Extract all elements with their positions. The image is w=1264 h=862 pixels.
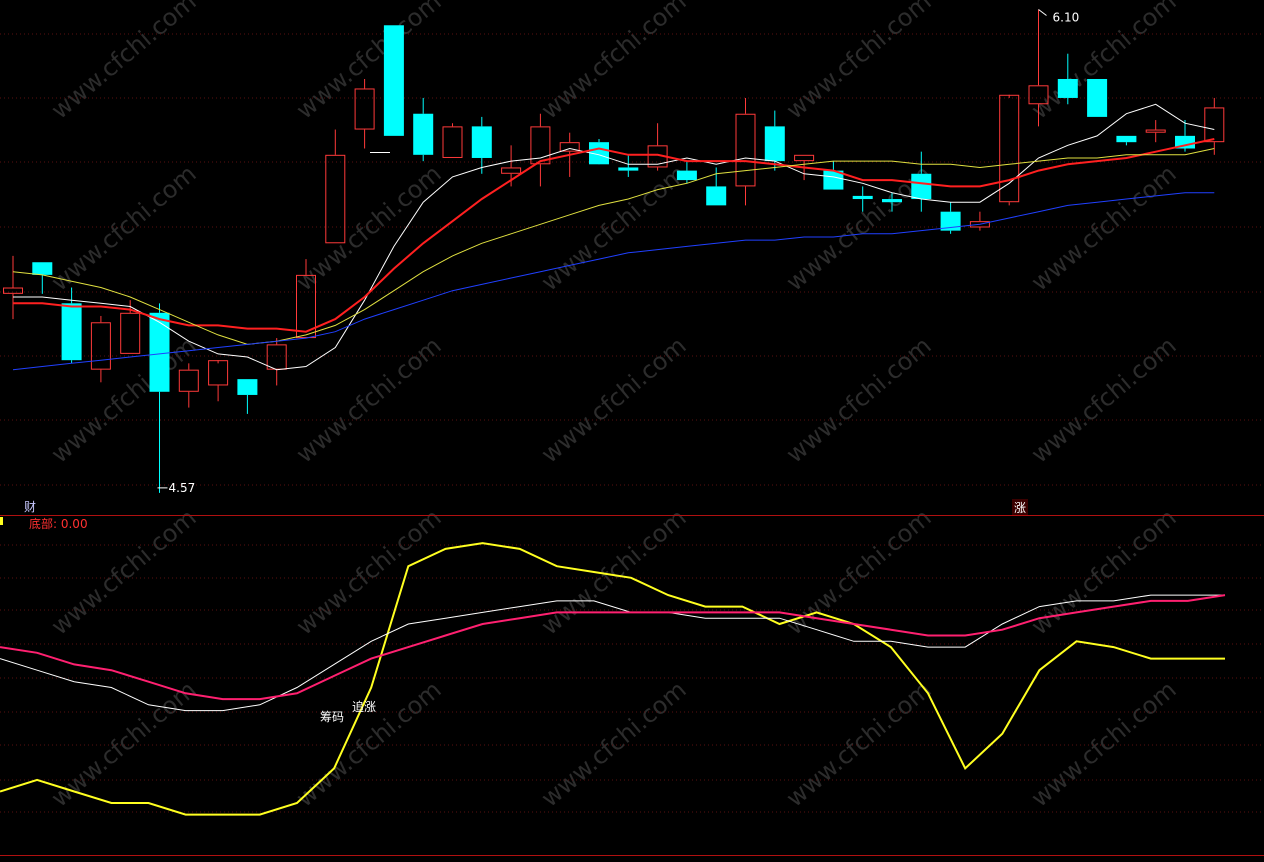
candle-body-up xyxy=(1204,107,1225,143)
candle-body-down xyxy=(413,113,434,155)
candle xyxy=(1087,78,1108,117)
candle-body-up xyxy=(208,360,229,386)
watermark-text: www.cfchi.com xyxy=(291,331,447,468)
watermark-text: www.cfchi.com xyxy=(781,0,937,125)
candle xyxy=(618,154,639,177)
candle-body-up xyxy=(794,154,815,162)
chip-annotation: 筹码 xyxy=(320,710,344,724)
chart-svg: www.cfchi.com www.cfchi.com www.cfchi.com w… xyxy=(0,0,1264,856)
candle-body-down xyxy=(852,195,873,200)
candle-body-down xyxy=(61,303,82,361)
candle-body-down xyxy=(706,186,727,206)
high-price-label: 6.10 xyxy=(1053,10,1080,24)
candle-body-down xyxy=(1116,135,1137,143)
candle-body-down xyxy=(882,199,902,203)
candle-body-up xyxy=(354,88,375,130)
watermark-text: www.cfchi.com xyxy=(291,503,447,640)
watermark-text: www.cfchi.com xyxy=(536,331,692,468)
candle xyxy=(354,78,375,149)
candle xyxy=(999,94,1020,206)
watermark-text: www.cfchi.com xyxy=(536,503,692,640)
watermark-text: www.cfchi.com xyxy=(46,159,202,296)
candle xyxy=(383,25,404,136)
candle-body-down xyxy=(1087,78,1108,117)
watermark-text: www.cfchi.com xyxy=(536,159,692,296)
candle xyxy=(3,255,23,320)
watermark-layer: www.cfchi.com www.cfchi.com www.cfchi.com w… xyxy=(46,0,1182,813)
candle-body-down xyxy=(237,379,258,395)
candle xyxy=(530,113,551,187)
candle xyxy=(266,338,287,386)
candle xyxy=(969,211,990,231)
candle xyxy=(676,161,697,184)
candle-body-down xyxy=(1057,78,1078,98)
candle-body-up xyxy=(1145,129,1166,133)
candle xyxy=(589,139,609,165)
watermark-text: www.cfchi.com xyxy=(291,675,447,812)
candle-body-up xyxy=(501,167,522,174)
candle-body-down xyxy=(764,126,785,162)
candle xyxy=(208,360,229,402)
candle xyxy=(647,123,668,171)
candle xyxy=(471,116,492,174)
candle xyxy=(178,363,199,408)
watermark-text: www.cfchi.com xyxy=(536,0,692,125)
candle-body-down xyxy=(32,262,53,275)
candle-body-up xyxy=(325,154,346,244)
candle xyxy=(1145,120,1166,143)
watermark-text: www.cfchi.com xyxy=(536,675,692,812)
chart-root: www.cfchi.com www.cfchi.com www.cfchi.com w… xyxy=(0,0,1264,858)
candle xyxy=(61,287,82,364)
watermark-text: www.cfchi.com xyxy=(291,159,447,296)
watermark-text: www.cfchi.com xyxy=(781,675,937,812)
indicator-legend-text: 底部: 0.00 xyxy=(29,516,88,531)
candle-body-down xyxy=(149,312,170,392)
signal-cai-label: 财 xyxy=(24,500,36,514)
watermark-text: www.cfchi.com xyxy=(1026,331,1182,468)
candle xyxy=(90,315,111,383)
candle xyxy=(325,129,346,244)
candle-body-up xyxy=(735,113,756,187)
candle-body-up xyxy=(178,369,199,392)
candle-body-down xyxy=(676,170,697,181)
candle-body-down xyxy=(911,173,932,200)
watermark-text: www.cfchi.com xyxy=(46,0,202,125)
candle xyxy=(1116,135,1137,146)
candle-body-up xyxy=(442,126,463,158)
watermark-text: www.cfchi.com xyxy=(1026,159,1182,296)
candle xyxy=(149,303,170,493)
watermark-text: www.cfchi.com xyxy=(781,331,937,468)
candle-body-up xyxy=(266,344,287,370)
candle xyxy=(1204,97,1225,155)
candle xyxy=(940,202,961,234)
candle-body-down xyxy=(471,126,492,158)
candle xyxy=(823,161,844,190)
watermark-text: www.cfchi.com xyxy=(781,503,937,640)
candle-body-up xyxy=(999,94,1020,203)
candle-body-up xyxy=(120,312,141,354)
watermark-text: www.cfchi.com xyxy=(46,675,202,812)
high-arrow xyxy=(1038,9,1047,16)
candle-body-down xyxy=(618,167,639,171)
low-price-label: 4.57 xyxy=(169,481,196,495)
chase-annotation: 追涨 xyxy=(352,699,376,714)
candle xyxy=(442,123,463,158)
candle-body-up xyxy=(3,287,23,294)
candle xyxy=(237,379,258,414)
legend-marker xyxy=(0,517,3,525)
signal-zhang-label: 涨 xyxy=(1014,500,1026,515)
candle xyxy=(735,97,756,206)
candle-body-up xyxy=(90,322,111,370)
candle xyxy=(413,97,434,162)
candle-body-down xyxy=(383,25,404,136)
watermark-text: www.cfchi.com xyxy=(1026,675,1182,812)
watermark-text: www.cfchi.com xyxy=(1026,503,1182,640)
